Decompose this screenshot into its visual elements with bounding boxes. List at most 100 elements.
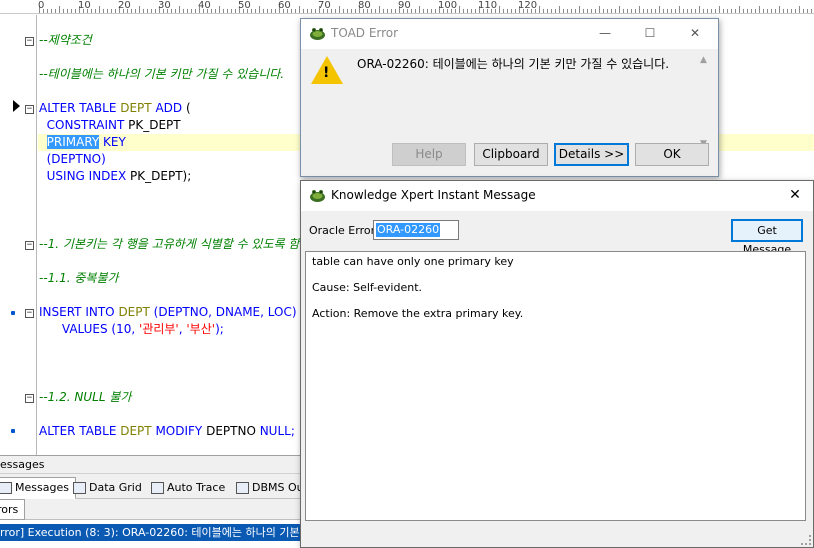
code-line[interactable]: --1.2. NULL 불가 [39,389,131,406]
help-button[interactable]: Help [392,143,466,166]
message-text-area[interactable]: table can have only one primary key Caus… [305,251,806,521]
ruler-tick [543,9,544,13]
ruler-tick [383,9,384,13]
ruler-tick [515,9,516,13]
code-line[interactable]: --1.1. 중복불가 [39,270,119,287]
oracle-error-input[interactable]: ORA-02260 [373,220,459,240]
code-line[interactable]: CONSTRAINT PK_DEPT [39,117,181,134]
ruler-tick [639,6,640,13]
ruler-label: 50 [238,0,251,11]
details-button[interactable]: Details >> [554,143,629,166]
code-line[interactable]: PRIMARY KEY [39,134,126,151]
ruler-tick [783,9,784,13]
ruler-tick [187,9,188,13]
tab-auto-trace[interactable]: Auto Trace [146,477,232,499]
ruler-tick [95,9,96,13]
fold-toggle-icon[interactable]: − [25,309,34,318]
ruler-tick [211,9,212,13]
clipboard-button[interactable]: Clipboard [474,143,548,166]
fold-toggle-icon[interactable]: − [25,37,34,46]
ruler-tick [471,9,472,13]
ruler-label: 20 [118,0,131,11]
ruler-tick [303,9,304,13]
ruler-tick [679,6,680,13]
ruler-tick [151,9,152,13]
ruler-tick [659,6,660,13]
code-line[interactable]: ALTER TABLE DEPT ADD ( [39,100,191,117]
fold-toggle-icon[interactable]: − [25,394,34,403]
scroll-up-icon[interactable]: ▲ [700,55,707,65]
ruler-label: 120 [518,0,538,11]
dialog-titlebar[interactable]: TOAD Error — ☐ ✕ [301,19,718,49]
code-token: '관리부' [139,322,179,336]
code-token: ALTER TABLE [39,101,121,115]
message-line: Cause: Self-evident. [312,281,423,294]
ruler-tick [139,6,140,13]
code-line[interactable]: INSERT INTO DEPT (DEPTNO, DNAME, LOC) [39,304,297,321]
code-token: DEPT [120,101,152,115]
code-line[interactable]: ALTER TABLE DEPT MODIFY DEPTNO NULL; [39,423,295,440]
ruler-tick [291,9,292,13]
ruler-tick [475,9,476,13]
ruler-tick [347,9,348,13]
ruler-tick [459,6,460,13]
ruler-tick [707,9,708,13]
ruler-tick [739,6,740,13]
ruler-tick [411,9,412,13]
ruler-tick [735,9,736,13]
ruler-tick [771,9,772,13]
minimize-icon[interactable]: — [597,25,613,41]
code-line[interactable]: --테이블에는 하나의 기본 키만 가질 수 있습니다. [39,66,284,83]
ruler-label: 100 [438,0,458,11]
ruler-tick [663,9,664,13]
ruler-tick [767,9,768,13]
error-message: ORA-02260: 테이블에는 하나의 기본 키만 가질 수 있습니다. [357,57,670,71]
ruler-tick [671,9,672,13]
ruler-tick [467,9,468,13]
tab-messages[interactable]: Messages [0,477,76,499]
close-icon[interactable]: ✕ [787,187,803,203]
ruler-tick [67,9,68,13]
code-line[interactable]: USING INDEX PK_DEPT); [39,168,192,185]
code-token: DEPTNO [206,424,260,438]
ruler-label: 40 [198,0,211,11]
dialog-title: Knowledge Xpert Instant Message [331,188,536,202]
code-token: DEPT [118,305,150,319]
code-line[interactable]: VALUES (10, '관리부', '부산'); [39,321,224,338]
get-message-button[interactable]: Get Message [731,219,803,256]
ruler-tick [379,6,380,13]
warning-exclamation: ! [323,65,330,81]
close-icon[interactable]: ✕ [687,25,703,41]
tab-data-grid[interactable]: Data Grid [68,477,149,499]
ruler-tick [339,6,340,13]
code-line[interactable]: --1. 기본키는 각 행을 고유하게 식별할 수 있도록 함 [39,236,299,253]
ruler-tick [423,9,424,13]
ruler-tick [807,9,808,13]
resize-grip-icon[interactable] [801,535,811,545]
dialog-titlebar[interactable]: Knowledge Xpert Instant Message ✕ [301,181,813,211]
code-line[interactable]: (DEPTNO) [39,151,106,168]
code-token: --1.1. 중복불가 [39,271,119,285]
ruler-tick [147,9,148,13]
ruler-tick [691,9,692,13]
fold-toggle-icon[interactable]: − [25,105,34,114]
ruler-tick [311,9,312,13]
code-token: --1. 기본키는 각 행을 고유하게 식별할 수 있도록 함 [39,237,300,251]
toad-logo-icon [310,190,325,202]
ruler-tick [143,9,144,13]
ruler-tick [547,9,548,13]
maximize-icon[interactable]: ☐ [642,25,658,41]
dialog-title: TOAD Error [331,26,399,40]
ruler-tick [635,9,636,13]
ruler-tick [747,9,748,13]
ruler-tick [615,9,616,13]
fold-toggle-icon[interactable]: − [25,241,34,250]
message-scrollbar[interactable]: ▲ ▼ [695,51,712,155]
ok-button[interactable]: OK [635,143,709,166]
tab-errors[interactable]: rors [0,499,26,520]
code-token: INSERT INTO [39,305,119,319]
ruler-tick [299,6,300,13]
code-line[interactable]: --제약조건 [39,32,92,49]
trace-icon [151,482,164,494]
ruler-tick [755,9,756,13]
